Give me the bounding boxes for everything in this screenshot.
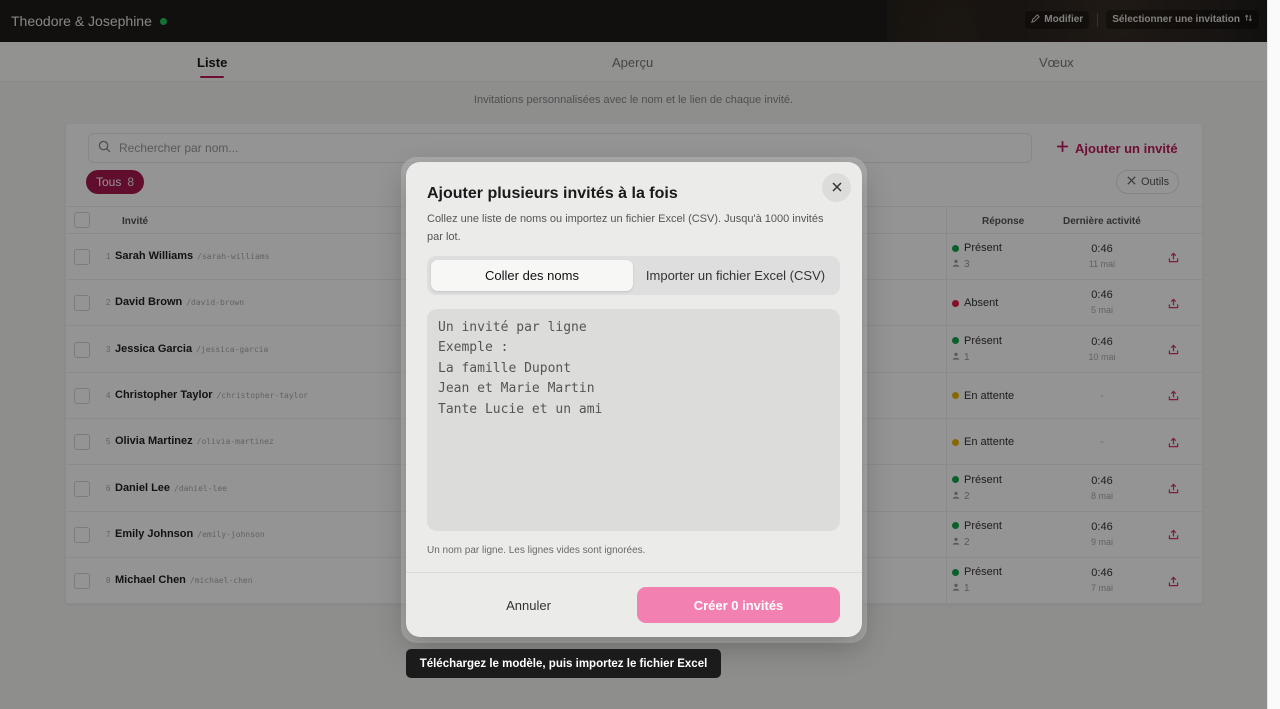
create-invites-button[interactable]: Créer 0 invités	[637, 587, 840, 623]
tab-import-csv[interactable]: Importer un fichier Excel (CSV)	[635, 260, 836, 291]
close-button[interactable]	[822, 173, 851, 202]
modal-title: Ajouter plusieurs invités à la fois	[427, 185, 678, 202]
bulk-add-modal: Ajouter plusieurs invités à la fois Coll…	[406, 162, 862, 637]
page-scrollbar[interactable]	[1267, 0, 1280, 709]
input-mode-switch: Coller des noms Importer un fichier Exce…	[427, 256, 840, 295]
modal-description: Collez une liste de noms ou importez un …	[427, 213, 824, 243]
textarea-hint: Un nom par ligne. Les lignes vides sont …	[427, 545, 646, 556]
tab-paste-names[interactable]: Coller des noms	[431, 260, 633, 291]
close-icon	[831, 179, 842, 197]
template-tooltip: Téléchargez le modèle, puis importez le …	[406, 649, 721, 678]
cancel-button[interactable]: Annuler	[427, 587, 630, 623]
footer-divider	[406, 572, 862, 573]
names-textarea[interactable]	[427, 309, 840, 531]
